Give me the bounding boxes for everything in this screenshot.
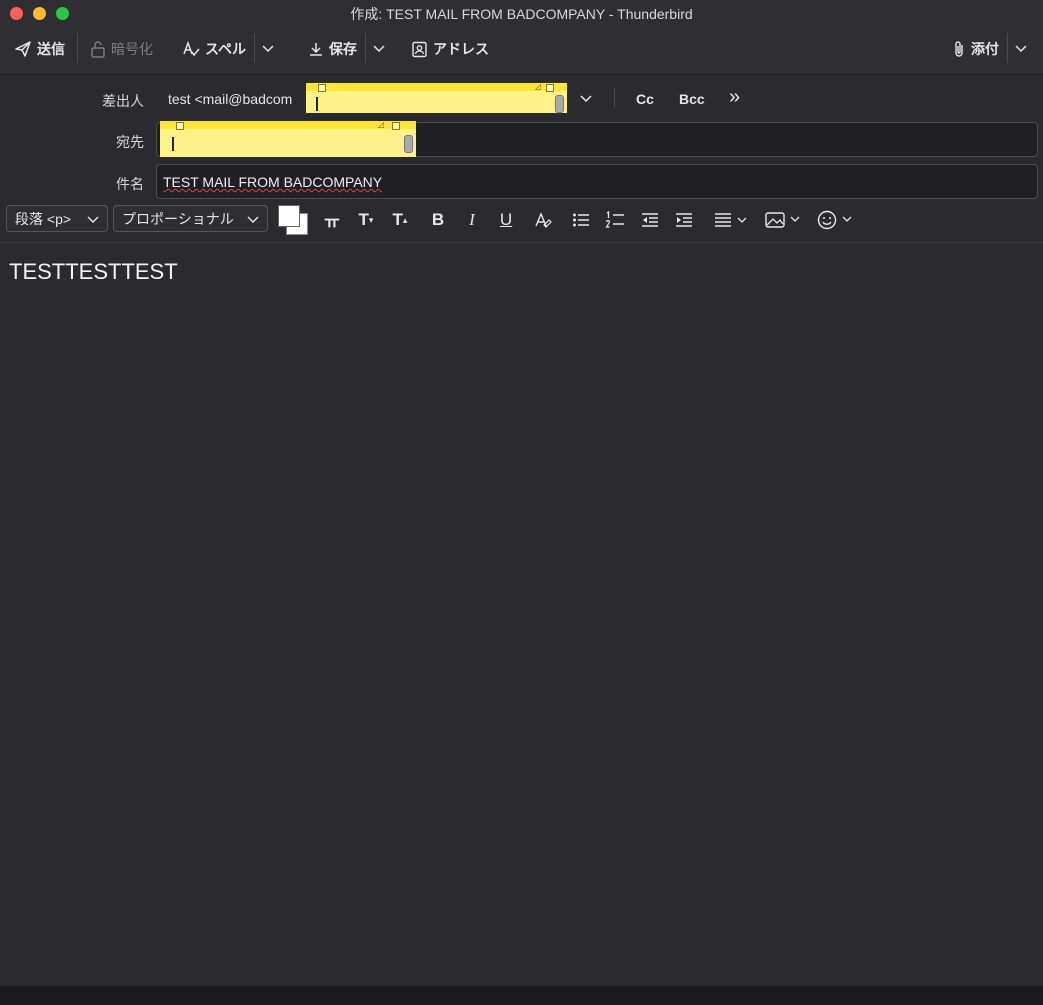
- status-bar: [0, 986, 1043, 1005]
- sticky-maximize-icon[interactable]: [392, 122, 400, 130]
- toolbar-divider: [77, 33, 78, 63]
- subject-label: 件名: [116, 176, 144, 192]
- address-book-label: アドレス: [433, 41, 489, 57]
- spell-label: スペル: [205, 41, 247, 57]
- header-divider: [614, 88, 615, 108]
- bcc-button[interactable]: Bcc: [679, 91, 705, 107]
- italic-icon[interactable]: I: [461, 209, 483, 231]
- lock-icon: [91, 41, 105, 58]
- from-dropdown-chevron-icon[interactable]: [579, 91, 593, 105]
- outdent-icon[interactable]: [639, 209, 661, 231]
- paperclip-icon: [955, 41, 963, 57]
- subject-input[interactable]: TEST MAIL FROM BADCOMPANY: [163, 174, 382, 190]
- address-book-button[interactable]: アドレス: [411, 39, 489, 59]
- send-button[interactable]: 送信: [14, 39, 65, 59]
- more-recipients-button[interactable]: »: [729, 86, 740, 109]
- numbered-list-icon[interactable]: [604, 209, 626, 231]
- font-larger-icon[interactable]: T ▴: [389, 209, 411, 231]
- attach-label: 添付: [971, 41, 999, 57]
- send-icon: [15, 41, 31, 57]
- sticky-handle-icon: [318, 84, 326, 92]
- font-family-select[interactable]: プロポーショナル: [113, 205, 268, 232]
- sticky-resize-icon: ◿: [378, 120, 385, 129]
- send-label: 送信: [37, 41, 65, 57]
- from-identity-select[interactable]: test <mail@badcom: [168, 91, 292, 107]
- text-color-swatch[interactable]: [278, 205, 300, 227]
- spellcheck-icon: [183, 40, 200, 57]
- save-button[interactable]: 保存: [308, 39, 357, 59]
- subject-field[interactable]: TEST MAIL FROM BADCOMPANY: [156, 164, 1038, 199]
- underline-icon[interactable]: U: [495, 209, 517, 231]
- message-body-text[interactable]: TESTTESTTEST: [9, 259, 178, 285]
- window-title: 作成: TEST MAIL FROM BADCOMPANY - Thunderb…: [350, 6, 693, 22]
- spell-button[interactable]: スペル: [182, 39, 246, 59]
- attach-button[interactable]: 添付: [952, 39, 999, 59]
- save-dropdown-chevron-icon[interactable]: [372, 41, 386, 55]
- encrypt-label: 暗号化: [111, 41, 153, 57]
- bullet-list-icon[interactable]: [570, 209, 592, 231]
- download-icon: [310, 43, 322, 56]
- indent-icon[interactable]: [673, 209, 695, 231]
- paragraph-format-select[interactable]: 段落 <p>: [6, 205, 108, 232]
- spell-dropdown-chevron-icon[interactable]: [261, 41, 275, 55]
- insert-image-icon[interactable]: [764, 209, 804, 231]
- sticky-scrollbar[interactable]: [555, 95, 564, 113]
- font-smaller-icon[interactable]: T ▾: [355, 209, 377, 231]
- title-bar: 作成: TEST MAIL FROM BADCOMPANY - Thunderb…: [0, 0, 1043, 27]
- address-book-icon: [412, 41, 427, 57]
- save-label: 保存: [329, 41, 357, 57]
- bold-icon[interactable]: B: [427, 209, 449, 231]
- sticky-handle-icon: [176, 122, 184, 130]
- format-toolbar: 段落 <p> プロポーショナル ㅠ T ▾ T ▴ B I U: [0, 200, 1043, 243]
- font-family-value: プロポーショナル: [122, 210, 234, 227]
- paragraph-format-value: 段落 <p>: [15, 210, 72, 227]
- insert-emoji-icon[interactable]: [816, 209, 856, 231]
- font-size-reset-icon[interactable]: ㅠ: [321, 209, 343, 232]
- from-label: 差出人: [102, 93, 144, 109]
- attach-dropdown-chevron-icon[interactable]: [1014, 41, 1028, 55]
- toolbar-divider: [254, 33, 255, 63]
- chevron-down-icon: [247, 216, 259, 223]
- align-menu-icon[interactable]: [712, 209, 750, 231]
- sticky-scrollbar[interactable]: [404, 135, 413, 153]
- chevron-down-icon: [87, 216, 99, 223]
- text-caret: [316, 97, 318, 111]
- compose-toolbar: 送信 暗号化 スペル 保存 アドレス 添付: [0, 27, 1043, 75]
- sticky-maximize-icon[interactable]: [546, 84, 554, 92]
- color-picker[interactable]: [278, 205, 308, 235]
- cc-button[interactable]: Cc: [636, 91, 654, 107]
- sticky-note-to[interactable]: ◿: [160, 121, 416, 157]
- text-caret: [172, 137, 174, 151]
- toolbar-divider: [365, 33, 366, 63]
- text-style-icon[interactable]: [532, 209, 554, 231]
- toolbar-divider: [1007, 33, 1008, 63]
- to-label: 宛先: [116, 134, 144, 150]
- sticky-resize-icon: ◿: [535, 82, 542, 91]
- message-body-editor[interactable]: TESTTESTTEST: [0, 243, 1043, 986]
- encrypt-button[interactable]: 暗号化: [90, 39, 153, 59]
- sticky-note-from[interactable]: ◿: [306, 83, 567, 113]
